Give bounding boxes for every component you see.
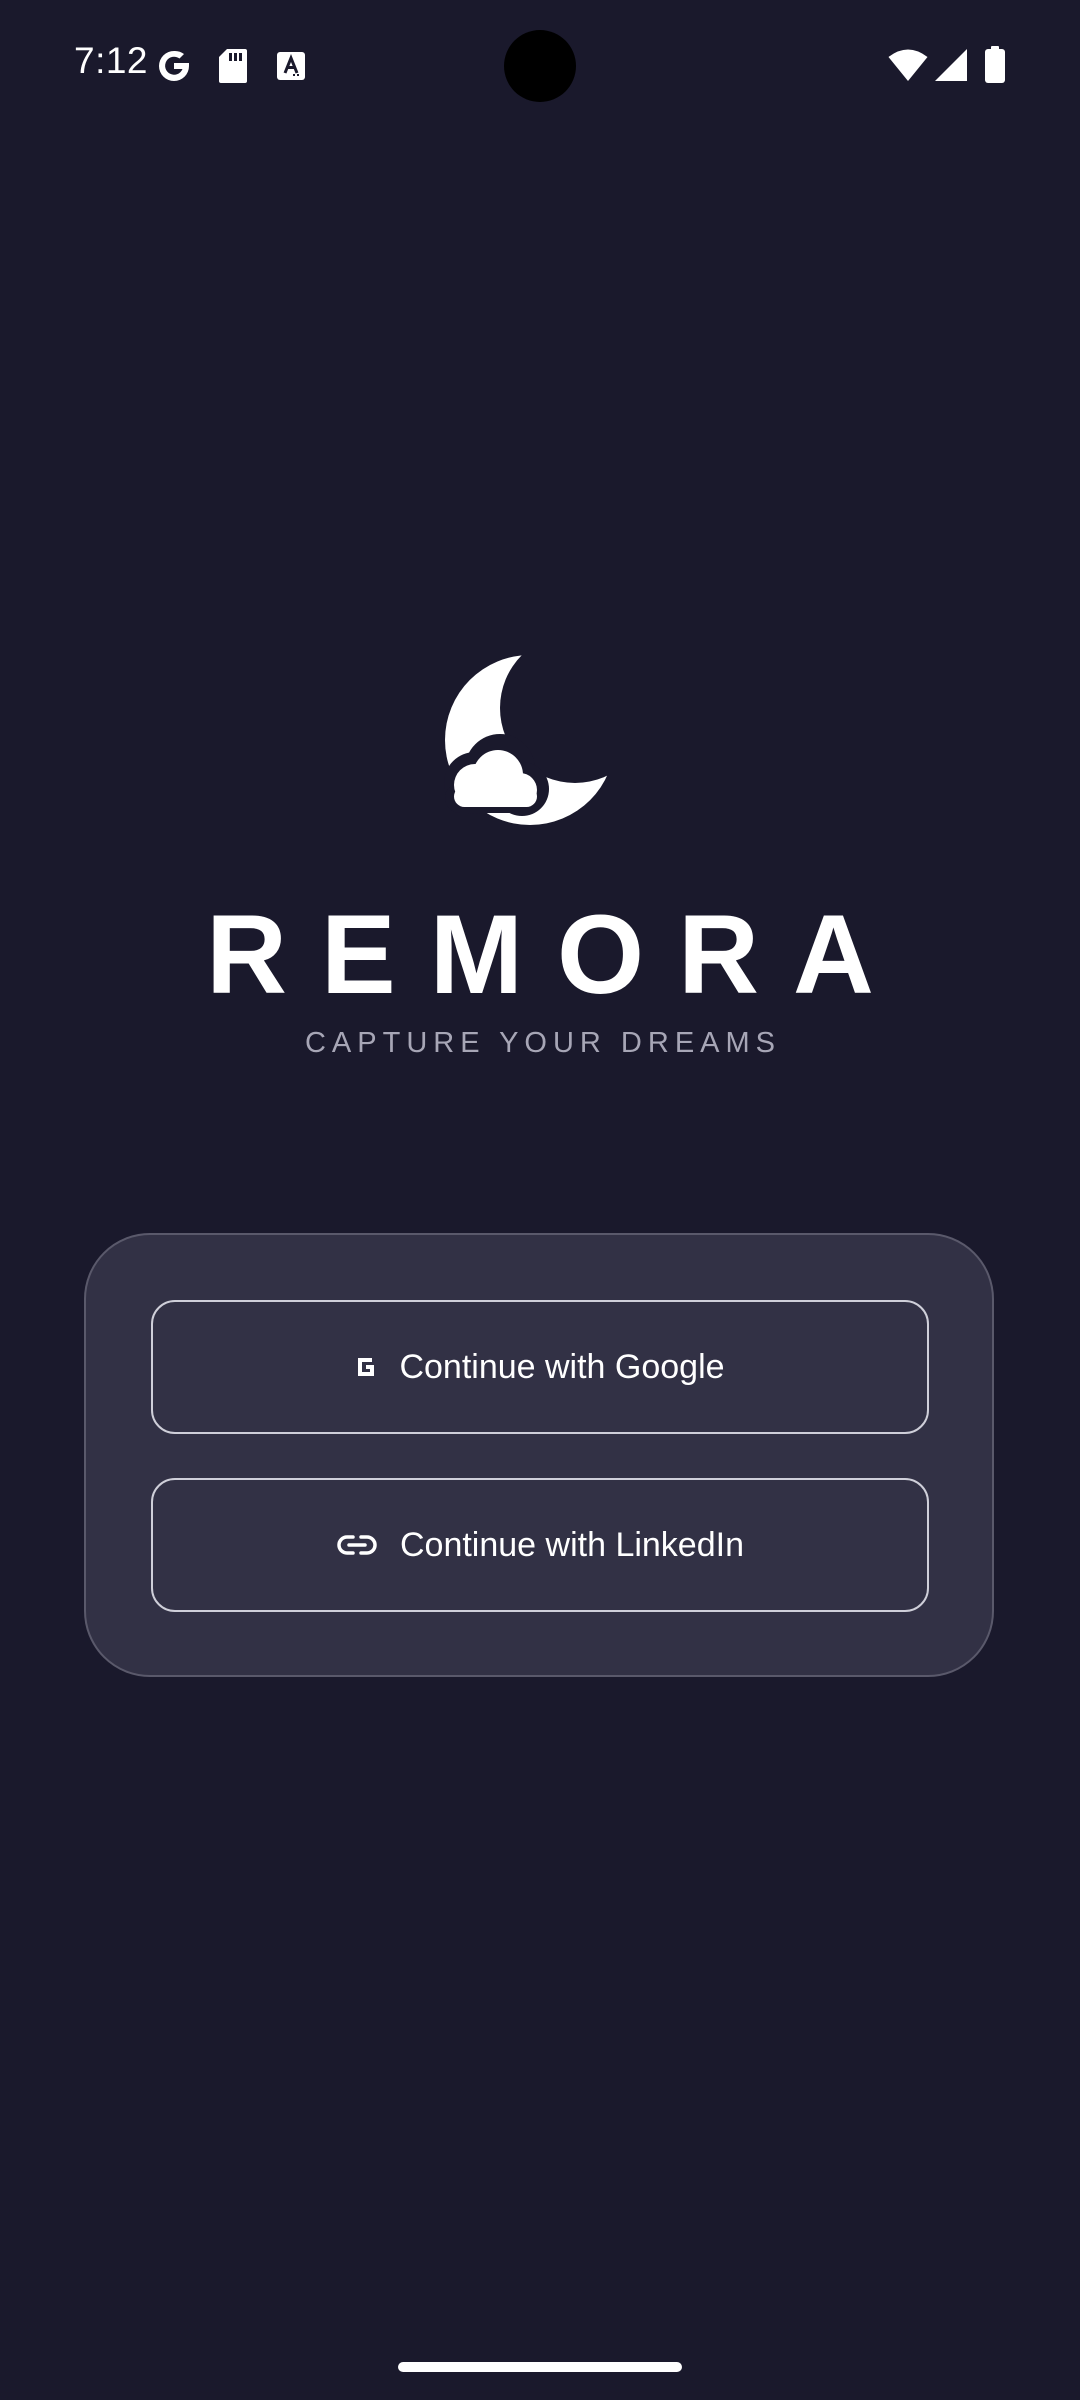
status-time: 7:12	[74, 40, 149, 81]
app-tagline: CAPTURE YOUR DREAMS	[304, 1027, 782, 1059]
google-button-label: Continue with Google	[399, 1347, 725, 1386]
linkedin-button-label: Continue with LinkedIn	[399, 1525, 744, 1564]
text-a-icon	[277, 52, 305, 80]
cellular-signal-icon	[935, 49, 967, 81]
battery-icon	[985, 46, 1005, 83]
continue-with-linkedin-button[interactable]: Continue with LinkedIn	[151, 1478, 929, 1612]
home-gesture-bar[interactable]	[398, 2362, 682, 2372]
front-camera-cutout	[504, 30, 576, 102]
google-icon	[159, 50, 189, 81]
continue-with-google-button[interactable]: Continue with Google	[151, 1300, 929, 1434]
wifi-icon	[888, 49, 928, 81]
google-g-icon	[355, 1356, 377, 1378]
link-icon	[336, 1533, 378, 1557]
sd-card-icon	[219, 49, 247, 83]
status-bar: 7:12	[0, 0, 1080, 132]
moon-cloud-icon	[444, 655, 615, 825]
app-name: REMORA	[206, 892, 908, 1017]
sign-in-card: Continue with Google Continue with Linke…	[84, 1233, 994, 1677]
